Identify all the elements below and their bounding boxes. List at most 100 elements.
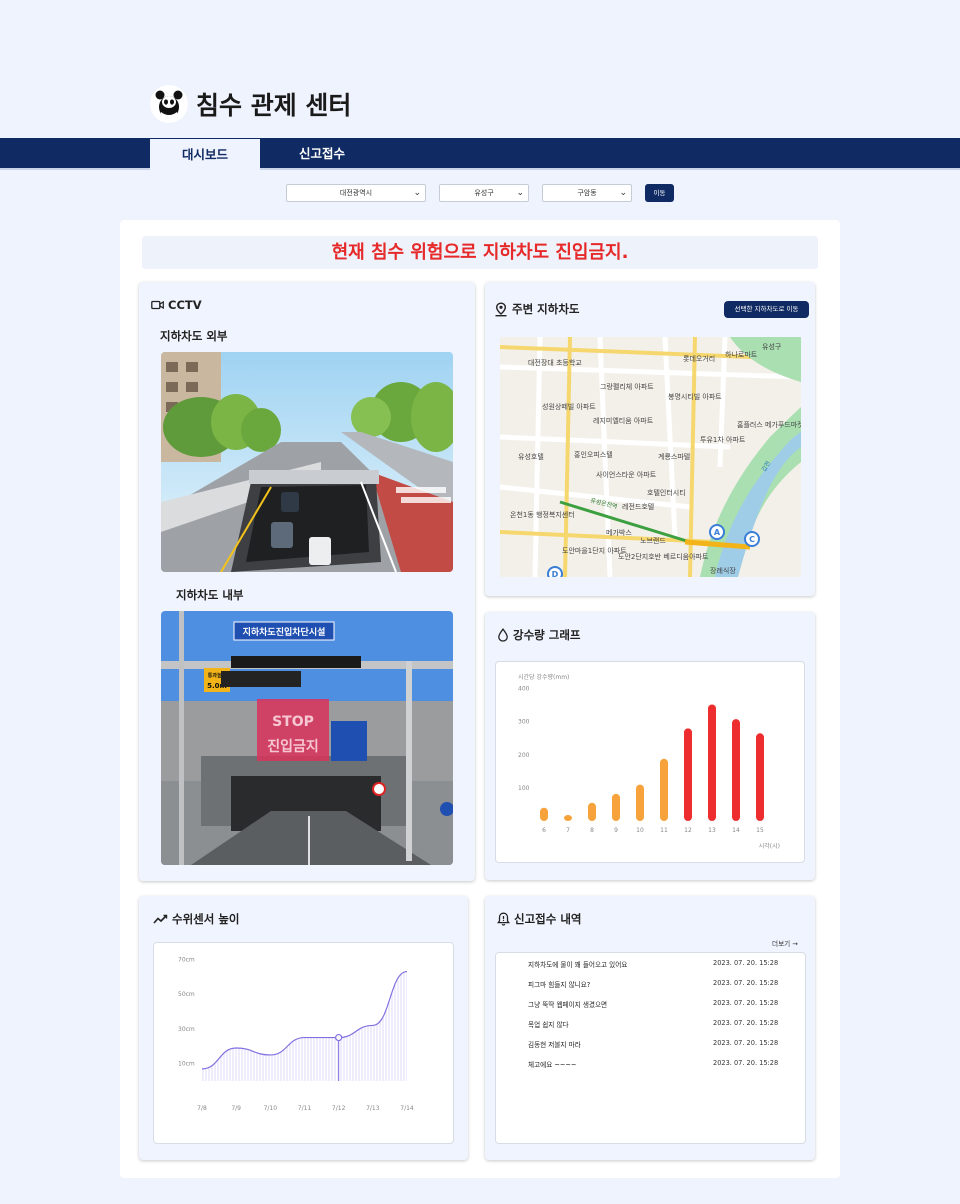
water-area-fill — [202, 971, 407, 1081]
inside-sign-text: 지하차도진입차단시설 — [243, 626, 326, 638]
rain-bar[interactable] — [684, 728, 692, 821]
marker-d-label: D — [552, 570, 559, 577]
rain-bar[interactable] — [588, 802, 596, 821]
map-label-homeplus: 홈플러스 메가푸드마켓 — [737, 420, 801, 429]
rain-bar[interactable] — [756, 733, 764, 821]
district-select-value: 유성구 — [474, 189, 494, 197]
report-row[interactable]: 김동현 저볼지 마라 2023. 07. 20. 15:28 — [496, 1033, 805, 1053]
map-label-grand-felice: 그랑펠리체 아파트 — [600, 382, 654, 391]
rainfall-card: 강수량 그래프 시간당 강수량(mm) 시각(시) 100 200 300 400 6 7… — [485, 612, 815, 880]
report-date: 2023. 07. 20. 15:28 — [713, 1059, 779, 1067]
marker-a-label: A — [714, 528, 721, 537]
city-select-value: 대전광역시 — [339, 189, 373, 197]
rain-bar[interactable] — [660, 758, 668, 821]
water-level-area-chart: 10cm 30cm 50cm 70cm 7/8 7/9 7/10 7/11 7/12 7/13 7/… — [178, 956, 414, 1112]
rain-y-tick: 400 — [518, 686, 530, 693]
rain-title-text: 강수량 그래프 — [513, 628, 581, 642]
map-title-text: 주변 지하차도 — [512, 302, 580, 316]
water-y-tick: 70cm — [178, 956, 195, 963]
go-to-selected-underpass-button[interactable]: 선택한 지하차도로 이동 — [724, 301, 809, 318]
go-button[interactable]: 이동 — [645, 184, 674, 202]
rain-x-tick: 15 — [756, 827, 764, 834]
video-camera-icon — [151, 300, 164, 310]
rain-bar[interactable] — [708, 704, 716, 821]
map-label-doan2: 도안2단지호반 베르디움아파트 — [618, 552, 709, 561]
water-x-tick: 7/14 — [400, 1105, 414, 1112]
more-link[interactable]: 더보기 → — [772, 938, 798, 948]
map-label-hotel-intercity: 호텔인터시티 — [647, 488, 686, 497]
cctv-outside-image[interactable] — [161, 352, 453, 572]
rain-y-tick: 200 — [518, 752, 530, 759]
page-title: 침수 관제 센터 — [196, 91, 352, 120]
marker-c-label: C — [749, 535, 755, 544]
report-row[interactable]: 목업 쉽지 않다 2023. 07. 20. 15:28 — [496, 1013, 805, 1033]
water-drop-icon — [498, 628, 508, 642]
map-label-megabox: 메가박스 — [606, 528, 632, 537]
rain-x-axis-label: 시각(시) — [759, 843, 780, 850]
chevron-down-icon: ⌄ — [516, 188, 524, 198]
arrow-right-icon: → — [790, 940, 798, 948]
nearby-underpass-card: 주변 지하차도 선택한 지하차도로 이동 대전장대 초등학교 유성구 하나로마트… — [485, 282, 815, 596]
map-label-lotte: 롯데오거리 — [683, 354, 715, 363]
rain-x-tick: 12 — [684, 827, 692, 834]
main-nav: 대시보드 신고접수 — [0, 138, 960, 170]
report-text: 피그마 힘들지 않니요? — [528, 981, 591, 989]
water-card-title: 수위센서 높이 — [153, 911, 239, 927]
map-label-bongmyeong: 봉명시티빌 아파트 — [668, 392, 722, 401]
rain-bar[interactable] — [540, 807, 548, 821]
cctv-title-text: CCTV — [168, 298, 202, 312]
map-label-school: 대전장대 초등학교 — [528, 358, 582, 367]
city-select[interactable]: 대전광역시 ⌄ — [286, 184, 426, 202]
rain-x-tick: 6 — [542, 827, 546, 834]
cctv-inside-image[interactable]: 지하차도진입차단시설 통과높이 5.0m STOP 진입금지 — [161, 611, 453, 865]
rain-x-tick: 9 — [614, 827, 618, 834]
water-y-tick: 50cm — [178, 991, 195, 998]
rainfall-bar-chart: 시간당 강수량(mm) 시각(시) 100 200 300 400 6 7 8 9 10 11 12… — [518, 673, 780, 850]
inside-label: 지하차도 내부 — [176, 588, 244, 602]
panda-logo-icon — [150, 85, 188, 123]
no-entry-sign-text: 진입금지 — [267, 738, 319, 755]
cctv-card-title: CCTV — [151, 298, 202, 312]
map-label-gyeryong-spa: 계룡스파텔 — [658, 452, 690, 461]
report-row[interactable]: 체고에요 ~~~~ 2023. 07. 20. 15:28 — [496, 1053, 805, 1073]
water-x-tick: 7/8 — [197, 1105, 207, 1112]
water-title-text: 수위센서 높이 — [172, 912, 240, 926]
reports-card-title: 신고접수 내역 — [497, 911, 581, 927]
rain-bar[interactable] — [732, 719, 740, 821]
report-row[interactable]: 그냥 뚝딱 웹페이지 생겼으면 2023. 07. 20. 15:28 — [496, 993, 805, 1013]
rain-bar[interactable] — [636, 784, 644, 821]
reports-list: 지하차도에 물이 꽤 들어오고 있어요 2023. 07. 20. 15:28 … — [495, 952, 806, 1144]
water-y-tick: 10cm — [178, 1061, 195, 1068]
rain-x-tick: 11 — [660, 827, 668, 834]
more-link-text: 더보기 — [772, 940, 791, 948]
rainfall-chart-box: 시간당 강수량(mm) 시각(시) 100 200 300 400 6 7 8 9 10 11 12… — [495, 661, 805, 863]
map-label-tuyu: 투유1차 아파트 — [700, 435, 746, 444]
rain-x-tick: 7 — [566, 827, 570, 834]
map-label-funeral: 장례식장 — [710, 566, 736, 575]
rain-y-axis-label: 시간당 강수량(mm) — [518, 673, 569, 681]
reports-title-text: 신고접수 내역 — [514, 912, 582, 926]
report-text: 체고에요 ~~~~ — [528, 1061, 577, 1069]
map-label-seongwon: 성원상떼빌 아파트 — [542, 402, 596, 411]
report-row[interactable]: 피그마 힘들지 않니요? 2023. 07. 20. 15:28 — [496, 973, 805, 993]
rain-bar[interactable] — [564, 815, 572, 821]
rain-x-tick: 14 — [732, 827, 740, 834]
map-label-science-town: 사이언스타운 아파트 — [596, 470, 657, 479]
water-highlight-point[interactable] — [335, 1033, 343, 1042]
underpass-map[interactable]: 대전장대 초등학교 유성구 하나로마트 롯데오거리 그랑펠리체 아파트 봉명시티… — [500, 337, 801, 577]
tab-report[interactable]: 신고접수 — [262, 138, 382, 170]
water-level-chart-box: 10cm 30cm 50cm 70cm 7/8 7/9 7/10 7/11 7/12 7/13 7/… — [153, 942, 454, 1144]
stop-sign-text: STOP — [272, 714, 314, 730]
rain-card-title: 강수량 그래프 — [497, 627, 580, 643]
rain-bar[interactable] — [612, 793, 620, 821]
report-row[interactable]: 지하차도에 물이 꽤 들어오고 있어요 2023. 07. 20. 15:28 — [496, 953, 805, 973]
dong-select[interactable]: 구암동 ⌄ — [542, 184, 632, 202]
report-date: 2023. 07. 20. 15:28 — [713, 1019, 779, 1027]
map-label-legend-hotel: 레전드호텔 — [622, 502, 654, 511]
cctv-card: CCTV 지하차도 외부 지하차도 내부 지하차도진입차단시설 통과높이 5.0… — [139, 282, 475, 881]
chevron-down-icon: ⌄ — [413, 188, 421, 198]
outside-label: 지하차도 외부 — [160, 329, 228, 343]
tab-dashboard[interactable]: 대시보드 — [150, 138, 260, 170]
district-select[interactable]: 유성구 ⌄ — [439, 184, 529, 202]
report-date: 2023. 07. 20. 15:28 — [713, 979, 779, 987]
